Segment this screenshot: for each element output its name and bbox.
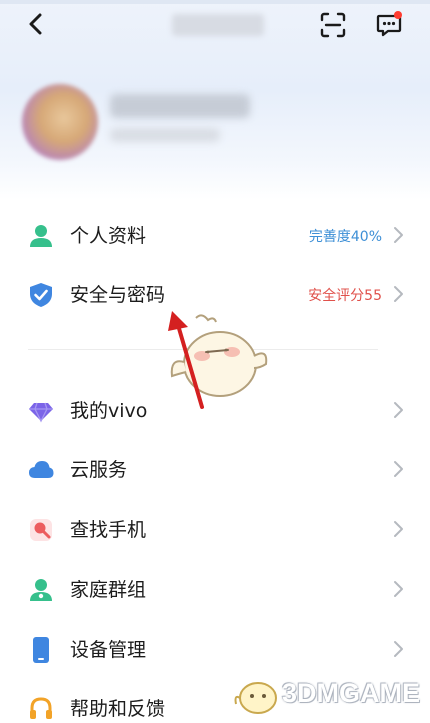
menu-item-label: 安全与密码	[70, 284, 166, 306]
menu-item-label: 设备管理	[70, 639, 147, 661]
account-info-blurred	[110, 128, 220, 142]
chevron-right-icon	[394, 581, 403, 597]
profile-card[interactable]	[22, 84, 422, 164]
menu-item-label: 我的vivo	[70, 400, 148, 422]
chevron-right-icon	[394, 227, 403, 243]
find-phone-icon	[30, 519, 52, 541]
diamond-icon	[29, 402, 53, 423]
back-arrow-icon	[29, 13, 42, 35]
person-icon	[30, 225, 52, 247]
avatar[interactable]	[22, 84, 98, 160]
scan-icon	[320, 12, 346, 38]
chevron-right-icon	[394, 286, 403, 302]
top-navigation-bar	[0, 4, 430, 48]
chevron-right-icon	[394, 641, 403, 657]
menu-item-device-management[interactable]: 设备管理	[0, 620, 430, 678]
menu-item-find-phone[interactable]: 查找手机	[0, 500, 430, 558]
menu-item-cloud-service[interactable]: 云服务	[0, 440, 430, 498]
headset-icon	[30, 697, 52, 719]
menu-item-label: 查找手机	[70, 519, 147, 541]
completion-status: 完善度40%	[308, 229, 382, 245]
device-icon	[33, 637, 49, 663]
menu-item-profile[interactable]: 个人资料 完善度40%	[0, 206, 430, 264]
unread-badge-dot	[394, 11, 402, 19]
back-button[interactable]	[22, 10, 50, 38]
shield-icon	[30, 283, 52, 307]
chevron-right-icon	[394, 461, 403, 477]
site-watermark: 3DMGAME	[234, 672, 428, 716]
menu-item-label: 家庭群组	[70, 579, 147, 601]
security-score: 安全评分55	[308, 288, 382, 304]
menu-item-label: 个人资料	[70, 225, 147, 247]
chevron-right-icon	[394, 521, 403, 537]
watermark-logo	[234, 682, 277, 714]
menu-item-family-group[interactable]: 家庭群组	[0, 560, 430, 618]
page-title-blurred	[172, 14, 264, 36]
menu-item-label: 云服务	[70, 459, 128, 481]
cloud-icon	[29, 461, 54, 478]
messages-button[interactable]	[374, 10, 404, 40]
watermark-text: 3DMGAME	[282, 678, 421, 708]
family-icon	[30, 579, 52, 601]
scan-button[interactable]	[318, 10, 348, 40]
chevron-right-icon	[394, 402, 403, 418]
menu-item-label: 帮助和反馈	[70, 698, 166, 720]
username-blurred	[110, 94, 250, 118]
annotation-arrow	[168, 311, 204, 409]
